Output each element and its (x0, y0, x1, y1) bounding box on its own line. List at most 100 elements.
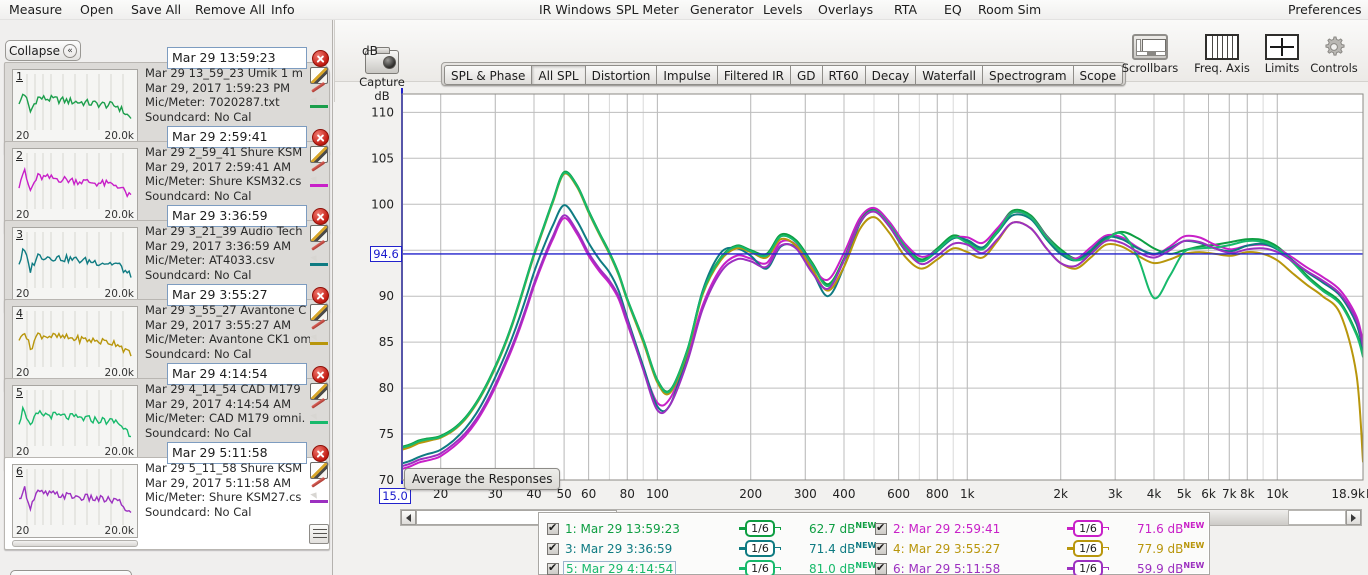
menu-item-eq[interactable]: EQ (941, 1, 965, 18)
menu-item-levels[interactable]: Levels (760, 1, 806, 18)
delete-measurement-button[interactable] (312, 287, 329, 304)
spl-chart[interactable]: 70 75 80 85 90 100 105 110 20 30 40 50 60 80 100 200 300… (334, 44, 1368, 575)
y-cursor-marker[interactable]: 94.6 (370, 245, 402, 262)
legend-entry[interactable]: 5: Mar 29 4:14:54 1/6 81.0 dBNEW (547, 558, 877, 575)
delete-measurement-button[interactable] (312, 50, 329, 67)
menu-item-preferences[interactable]: Preferences (1285, 1, 1365, 18)
measurement-thumbnail[interactable]: 5 20 20.0k (12, 385, 138, 459)
smoothing-selector[interactable]: 1/6 (1067, 540, 1109, 557)
new-badge: NEW (1183, 521, 1205, 530)
legend-visibility-checkbox[interactable] (547, 561, 559, 575)
menu-item-ir-windows[interactable]: IR Windows (536, 1, 614, 18)
legend-entry[interactable]: 6: Mar 29 5:11:58 1/6 59.9 dBNEW (875, 558, 1205, 575)
svg-text:100: 100 (371, 197, 394, 211)
measurement-thumbnail[interactable]: 2 20 20.0k (12, 148, 138, 222)
menu-item-info[interactable]: Info (268, 1, 298, 18)
smoothing-lead (1067, 567, 1073, 570)
scroll-left-button[interactable] (401, 510, 416, 525)
smoothing-selector[interactable]: 1/6 (1067, 560, 1109, 575)
edit-notes-icon[interactable] (310, 462, 328, 479)
legend-label[interactable]: 3: Mar 29 3:36:59 (565, 542, 672, 556)
legend-entry[interactable]: 4: Mar 29 3:55:27 1/6 77.9 dBNEW (875, 538, 1205, 559)
smoothing-selector[interactable]: 1/6 (1067, 520, 1109, 537)
main-panel: Capture dB SPL & Phase All SPL Distortion I… (334, 20, 1368, 575)
svg-text:600: 600 (887, 487, 910, 501)
delete-measurement-button[interactable] (312, 445, 329, 462)
color-pencil-icon[interactable] (310, 239, 330, 262)
thumb-axis-max: 20.0k (104, 525, 134, 537)
measurement-date: Mar 29, 2017 1:59:23 PM (145, 80, 291, 95)
menu-item-rta[interactable]: RTA (891, 1, 920, 18)
delete-measurement-button[interactable] (312, 129, 329, 146)
scrollbars-button[interactable]: Scrollbars (1114, 34, 1186, 75)
menu-item-overlays[interactable]: Overlays (815, 1, 876, 18)
menu-item-generator[interactable]: Generator (687, 1, 756, 18)
limits-icon (1265, 34, 1299, 60)
measurement-name: Mar 29 2_59_41 Shure KSM (145, 145, 303, 159)
menu-bar: Measure Open Save All Remove All Info IR Wind… (0, 0, 1368, 20)
change-cal-button[interactable]: Change Cal... (10, 570, 132, 575)
menu-item-room-sim[interactable]: Room Sim (975, 1, 1044, 18)
measurement-thumbnail[interactable]: 3 20 20.0k (12, 227, 138, 301)
smoothing-selector[interactable]: 1/6 (739, 560, 781, 575)
legend-visibility-checkbox[interactable] (547, 541, 559, 555)
legend-label[interactable]: 2: Mar 29 2:59:41 (893, 522, 1000, 536)
thumb-axis-min: 20 (16, 525, 30, 537)
legend-visibility-checkbox[interactable] (875, 521, 887, 535)
notes-icon[interactable] (309, 524, 329, 544)
controls-button[interactable]: Controls (1298, 34, 1368, 75)
measurement-thumbnail[interactable]: 4 20 20.0k (12, 306, 138, 380)
trace-color-swatch (310, 421, 328, 424)
legend-label[interactable]: 6: Mar 29 5:11:58 (893, 562, 1000, 575)
menu-item-measure[interactable]: Measure (6, 1, 65, 18)
spl-chart-svg[interactable]: 707580859010010511020 30 40 50 60 80 100 200 300… (334, 82, 1368, 502)
measurement-mic: Mic/Meter: 7020287.txt (145, 95, 280, 110)
menu-item-spl-meter[interactable]: SPL Meter (613, 1, 682, 18)
smoothing-selector[interactable]: 1/6 (739, 540, 781, 557)
svg-text:6k: 6k (1201, 487, 1216, 501)
legend-visibility-checkbox[interactable] (875, 561, 887, 575)
measurement-icon-column (310, 304, 334, 345)
svg-text:400: 400 (833, 487, 856, 501)
menu-item-remove-all[interactable]: Remove All (192, 1, 268, 18)
edit-notes-icon[interactable] (310, 146, 328, 163)
legend-entry[interactable]: 3: Mar 29 3:36:59 1/6 71.4 dBNEW (547, 538, 877, 559)
legend-label[interactable]: 4: Mar 29 3:55:27 (893, 542, 1000, 556)
x-cursor-marker[interactable]: 15.0 (379, 488, 411, 504)
menu-item-open[interactable]: Open (77, 1, 116, 18)
legend-entry[interactable]: 2: Mar 29 2:59:41 1/6 71.6 dBNEW (875, 518, 1205, 539)
edit-notes-icon[interactable] (310, 225, 328, 242)
measurement-icon-column (310, 67, 334, 108)
color-pencil-icon[interactable] (310, 397, 330, 420)
scroll-right-button[interactable] (1346, 510, 1361, 525)
delete-measurement-button[interactable] (312, 366, 329, 383)
smoothing-tail (775, 567, 781, 570)
legend-label[interactable]: 5: Mar 29 4:14:54 (563, 560, 677, 575)
smoothing-selector[interactable]: 1/6 (739, 520, 781, 537)
edit-notes-icon[interactable] (310, 67, 328, 84)
edit-notes-icon[interactable] (310, 304, 328, 321)
delete-measurement-button[interactable] (312, 208, 329, 225)
smoothing-tail (775, 527, 781, 530)
color-pencil-icon[interactable] (310, 160, 330, 183)
legend-visibility-checkbox[interactable] (875, 541, 887, 555)
measurement-thumbnail[interactable]: 6 20 20.0k (12, 464, 138, 538)
thumbnail-scrollbar[interactable] (12, 540, 138, 547)
svg-text:110: 110 (371, 105, 394, 119)
edit-notes-icon[interactable] (310, 383, 328, 400)
color-pencil-icon[interactable] (310, 81, 330, 104)
color-pencil-icon[interactable] (310, 476, 330, 499)
measurement-thumbnail[interactable]: 1 20 20.0k (12, 69, 138, 143)
legend-label[interactable]: 1: Mar 29 13:59:23 (565, 522, 680, 536)
menu-item-save-all[interactable]: Save All (128, 1, 184, 18)
measurements-sidebar: Collapse « Mar 29 13:59:23 1 20 20.0k Mar 29… (0, 20, 333, 575)
legend-visibility-checkbox[interactable] (547, 521, 559, 535)
svg-text:105: 105 (371, 151, 394, 165)
measurement-icon-column (310, 225, 334, 266)
measurement-date: Mar 29, 2017 2:59:41 AM (145, 159, 291, 174)
measurement-card[interactable]: Mar 29 5:11:58 6 20 20.0k Mar 29 5_11_58 Shu… (4, 442, 330, 550)
color-pencil-icon[interactable] (310, 318, 330, 341)
measurement-soundcard: Soundcard: No Cal (145, 267, 252, 282)
legend-entry[interactable]: 1: Mar 29 13:59:23 1/6 62.7 dBNEW (547, 518, 877, 539)
measurement-soundcard: Soundcard: No Cal (145, 425, 252, 440)
